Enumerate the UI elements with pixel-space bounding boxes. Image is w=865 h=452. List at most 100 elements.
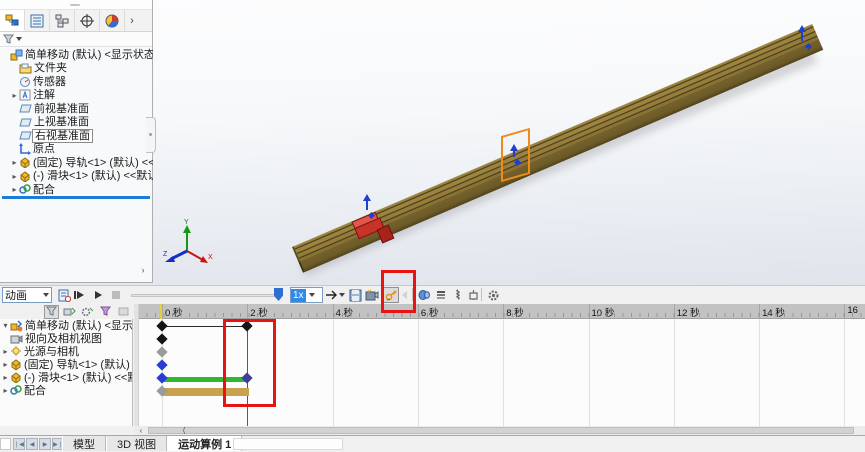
filter-selected-icon[interactable] (98, 305, 113, 319)
hscroll-thumb[interactable] (148, 427, 854, 434)
fm-property-icon (30, 14, 44, 28)
prev-tab-icon[interactable]: ◀ (26, 438, 38, 450)
filter-driving-icon[interactable] (80, 305, 95, 319)
playback-slider-track[interactable] (131, 294, 277, 297)
filter-funnel-icon[interactable] (3, 34, 14, 45)
panel-expand-arrow[interactable]: › (137, 264, 149, 276)
fm-tab-fm-property[interactable] (25, 10, 50, 31)
tree-item-label: 简单移动 (默认) <显示状态-1> (25, 48, 153, 61)
first-tab-icon[interactable]: ❘◀ (13, 438, 25, 450)
key-point[interactable] (156, 320, 168, 332)
stop-icon[interactable] (108, 287, 124, 303)
tree-item[interactable]: ▸ (固定) 导轨<1> (默认) < (0, 358, 132, 371)
tree-item[interactable]: 前视基准面 (0, 102, 153, 116)
expander-icon[interactable]: ▸ (10, 91, 19, 100)
tree-item[interactable]: ▸ (-) 滑块<1> (默认) <<默 (0, 371, 132, 384)
ruler-label: 10 秒 (591, 308, 615, 319)
playhead[interactable] (160, 304, 162, 319)
expander-icon[interactable]: ▸ (1, 347, 10, 356)
tree-item[interactable]: 原点 (0, 143, 153, 157)
fm-tab-fm-features[interactable] (0, 10, 25, 31)
solidworks-window: Y X Z › 简单移动 (默认) <显示状态-1>文件夹传感器 ▸ 注解前视基准面… (0, 0, 865, 452)
speed-value: 1x (291, 288, 306, 302)
next-tab-icon[interactable]: ▶ (39, 438, 51, 450)
filter-caret-icon[interactable] (16, 37, 22, 44)
tree-item[interactable]: 传感器 (0, 75, 153, 89)
export-caret-icon[interactable] (338, 287, 346, 303)
svg-text:X: X (208, 254, 213, 261)
sensor-icon (19, 76, 31, 88)
export-arrow-icon[interactable] (324, 287, 338, 303)
tree-item-label: 右视基准面 (32, 129, 93, 143)
tree-item[interactable]: 简单移动 (默认) <显示状态-1> (0, 48, 153, 62)
filter-animated-icon[interactable] (62, 305, 77, 319)
study-type-value: 动画 (5, 290, 27, 302)
tree-item[interactable]: 文件夹 (0, 62, 153, 76)
fm-tab-fm-display[interactable] (100, 10, 125, 31)
tree-item[interactable]: ▸ (-) 滑块<1> (默认) <<默认>_显示 (0, 170, 153, 184)
motor-icon[interactable] (416, 287, 432, 303)
playback-speed-select[interactable]: 1x (290, 287, 323, 303)
calculate-icon[interactable] (56, 287, 72, 303)
key-point[interactable] (156, 359, 168, 371)
key-point[interactable] (156, 372, 168, 384)
expander-icon[interactable]: ▸ (10, 158, 19, 167)
tree-item-label: 原点 (33, 143, 55, 156)
fm-dimxpert-icon (80, 13, 94, 28)
doc-tab-item[interactable]: 3D 视图 (106, 436, 168, 451)
svg-text:Z: Z (163, 251, 168, 258)
key-point[interactable] (156, 346, 168, 358)
feature-manager-tabbar: › (0, 10, 152, 32)
annotations-icon (19, 89, 31, 101)
playback-slider-thumb[interactable] (274, 288, 283, 301)
tree-item[interactable]: ▾ 简单移动 (默认) <显示状态 (0, 319, 132, 332)
expander-icon[interactable]: ▸ (10, 172, 19, 181)
timeline-hscrollbar[interactable]: ‹ ⟨ (134, 426, 865, 435)
expander-icon[interactable]: ▸ (1, 386, 10, 395)
fm-tab-fm-configurations[interactable] (50, 10, 75, 31)
save-animation-icon[interactable] (347, 287, 363, 303)
expander-icon[interactable]: ▸ (10, 185, 19, 194)
tree-item[interactable]: ▸ 配合 (0, 183, 153, 197)
tree-item[interactable]: 右视基准面 (0, 129, 153, 143)
tree-item[interactable]: ▸ 配合 (0, 384, 132, 397)
key-point[interactable] (156, 333, 168, 345)
doc-tab-item[interactable]: 模型 (62, 436, 106, 451)
tree-item[interactable]: 上视基准面 (0, 116, 153, 130)
tree-item[interactable]: 视向及相机视图 (0, 332, 132, 345)
filter-results-icon[interactable] (116, 305, 131, 319)
rollback-bar[interactable] (2, 196, 150, 199)
fm-features-icon (5, 13, 20, 28)
damper-icon[interactable] (465, 287, 481, 303)
panel-grip[interactable] (70, 4, 80, 6)
play-icon[interactable] (91, 287, 107, 303)
expander-icon[interactable]: ▾ (1, 321, 10, 330)
reference-plane[interactable] (501, 127, 530, 183)
animation-wizard-icon[interactable] (364, 287, 380, 303)
study-type-select[interactable]: 动画 (2, 287, 52, 303)
results-icon[interactable] (433, 287, 449, 303)
tree-item[interactable]: ▸ 光源与相机 (0, 345, 132, 358)
ruler-tick (588, 304, 590, 319)
study-properties-icon[interactable] (485, 287, 501, 303)
timeline-filter-row (44, 304, 131, 319)
filter-all-icon[interactable] (44, 304, 59, 319)
fm-tab-fm-dimxpert[interactable] (75, 10, 100, 31)
spring-icon[interactable] (450, 287, 466, 303)
tab-scroll-icon[interactable]: ⟨ (179, 426, 189, 435)
expander-icon[interactable]: ▸ (1, 373, 10, 382)
scroll-left-icon[interactable]: ‹ (136, 426, 146, 435)
play-from-start-icon[interactable] (73, 287, 89, 303)
tree-item-label: 光源与相机 (24, 345, 79, 358)
tree-item-label: 视向及相机视图 (25, 332, 102, 345)
timeline-ruler[interactable]: 0 秒2 秒4 秒6 秒8 秒10 秒12 秒14 秒16 秒 (139, 304, 865, 330)
tree-item[interactable]: ▸ (固定) 导轨<1> (默认) <<默认>_ (0, 156, 153, 170)
document-tab-bar: ❘◀ ◀ ▶ ▶❘ 模型 3D 视图 运动算例 1 (0, 435, 865, 452)
tree-item[interactable]: ▸ 注解 (0, 89, 153, 103)
plane-icon (19, 130, 32, 141)
ruler-tick (844, 304, 846, 319)
panel-collapse-handle[interactable] (146, 117, 156, 153)
expander-icon[interactable]: ▸ (1, 360, 10, 369)
doc-tab-active[interactable]: 运动算例 1 (167, 436, 243, 451)
fm-tabbar-overflow[interactable]: › (125, 10, 139, 31)
